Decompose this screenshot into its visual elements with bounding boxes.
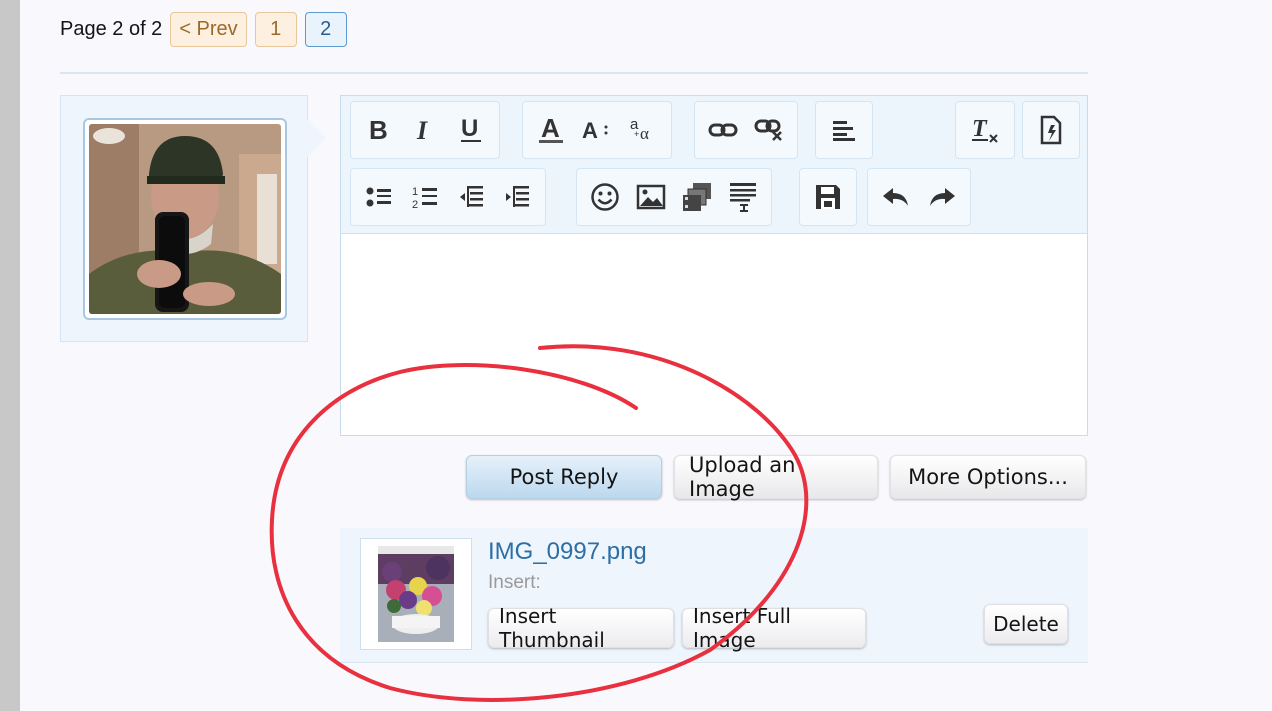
avatar-pointer [306,118,326,158]
left-scroll-strip [0,0,20,711]
svg-text:A: A [582,118,598,143]
toolbar-group-align [815,101,873,159]
message-textarea[interactable] [341,234,1087,435]
bullet-list-icon[interactable] [359,177,399,217]
text-color-icon[interactable]: A [531,110,571,150]
remove-format-icon[interactable]: T [965,110,1005,150]
editor-toolbar: B I U A A a α + T 1 2 [341,96,1087,234]
numbered-list-icon[interactable]: 12 [405,177,445,217]
avatar-photo [89,124,281,314]
attachment-row: IMG_0997.png Insert: Insert Thumbnail In… [340,528,1088,663]
indent-icon[interactable] [497,177,537,217]
insert-full-image-button[interactable]: Insert Full Image [682,604,866,652]
image-icon[interactable] [631,177,671,217]
svg-text:I: I [416,117,428,143]
toolbar-group-font: A A a α + [522,101,672,159]
insert-label: Insert: [488,572,541,593]
svg-text:+: + [634,129,639,139]
form-actions: Post Reply Upload an Image More Options.… [466,453,1086,501]
svg-text:B: B [369,117,388,143]
font-size-icon[interactable]: A [577,110,617,150]
svg-text:1: 1 [412,186,418,198]
quote-icon[interactable] [723,177,763,217]
svg-text:T: T [972,116,988,142]
link-icon[interactable] [703,110,743,150]
toolbar-group-lists: 12 [350,168,546,226]
avatar-panel [60,95,308,342]
prev-page-button[interactable]: < Prev [170,12,247,47]
svg-text:2: 2 [412,199,418,210]
svg-text:U: U [461,116,478,142]
toolbar-group-format: T [955,101,1015,159]
divider [60,72,1088,74]
save-draft-icon[interactable] [808,177,848,217]
upload-image-button[interactable]: Upload an Image [674,453,878,501]
align-icon[interactable] [824,110,864,150]
delete-attachment-button[interactable]: Delete [984,604,1068,644]
toolbar-group-text-style: B I U [350,101,500,159]
bold-icon[interactable]: B [359,110,399,150]
message-editor: B I U A A a α + T 1 2 [340,95,1088,436]
media-icon[interactable] [677,177,717,217]
unlink-icon[interactable] [749,110,789,150]
toolbar-group-draft [799,168,857,226]
underline-icon[interactable]: U [451,110,491,150]
undo-icon[interactable] [876,177,916,217]
redo-icon[interactable] [922,177,962,217]
svg-text:A: A [541,115,560,143]
page-1-button[interactable]: 1 [254,12,297,47]
more-options-button[interactable]: More Options... [890,455,1086,499]
toolbar-group-source [1022,101,1080,159]
pagination: Page 2 of 2 < Prev 1 2 [60,12,347,47]
bbcode-toggle-icon[interactable] [1031,110,1071,150]
smilie-icon[interactable] [585,177,625,217]
post-reply-button[interactable]: Post Reply [466,455,662,499]
toolbar-group-links [694,101,798,159]
attachment-thumbnail[interactable] [360,538,472,650]
outdent-icon[interactable] [451,177,491,217]
italic-icon[interactable]: I [405,110,445,150]
attachment-filename-link[interactable]: IMG_0997.png [488,538,647,566]
svg-text:α: α [640,124,649,143]
toolbar-group-history [867,168,971,226]
font-family-icon[interactable]: a α + [623,110,663,150]
attachment-thumbnail-image [378,546,454,642]
avatar[interactable] [83,118,287,320]
insert-thumbnail-button[interactable]: Insert Thumbnail [488,604,674,652]
toolbar-group-insert [576,168,772,226]
page-label: Page 2 of 2 [60,18,163,40]
page-2-button[interactable]: 2 [304,12,347,47]
